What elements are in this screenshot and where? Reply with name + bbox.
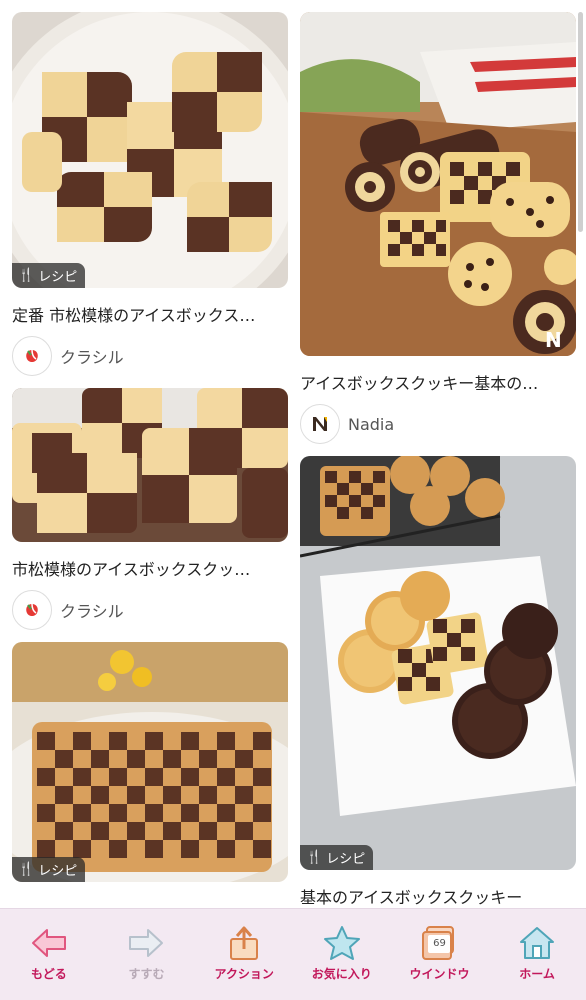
back-label: もどる (30, 967, 67, 981)
recipe-card[interactable]: 市松模様のアイスボックスクッ… クラシル (12, 388, 288, 630)
forward-label: すすむ (128, 967, 165, 981)
scrollbar[interactable] (578, 12, 583, 232)
recipe-badge: 🍴 レシピ (300, 845, 374, 870)
source-name: Nadia (348, 414, 395, 434)
recipe-badge: 🍴 レシピ (12, 263, 86, 288)
home-icon (517, 925, 557, 961)
window-button[interactable]: 69 ウインドウ (394, 925, 484, 982)
fork-knife-icon: 🍴 (306, 850, 323, 865)
recipe-card[interactable]: 🍴 レシピ 基本のアイスボックスクッキー (300, 456, 576, 908)
fork-knife-icon: 🍴 (18, 268, 35, 283)
action-button[interactable]: アクション (199, 925, 289, 982)
recipe-title[interactable]: 基本のアイスボックスクッキー (300, 884, 576, 908)
tab-count: 69 (428, 935, 451, 953)
feed-column-right: N アイスボックスクッキー基本の… Nadia 🍴 レシピ 基本のアイスボックス… (300, 12, 576, 910)
recipe-card[interactable]: 🍴 レシピ 定番 市松模様のアイスボックス… クラシル (12, 12, 288, 376)
favorites-button[interactable]: お気に入り (297, 925, 387, 982)
recipe-image[interactable]: 🍴 レシピ (12, 642, 288, 882)
recipe-feed: 🍴 レシピ 定番 市松模様のアイスボックス… クラシル 市松模様のアイスボックス… (0, 0, 586, 910)
action-label: アクション (214, 967, 274, 981)
source-name: クラシル (60, 602, 124, 621)
forward-button[interactable]: すすむ (101, 925, 191, 982)
source-name: クラシル (60, 348, 124, 367)
kurashiru-logo-icon (12, 336, 52, 376)
star-icon (322, 925, 362, 961)
recipe-source[interactable]: クラシル (12, 336, 288, 376)
home-button[interactable]: ホーム (492, 925, 582, 982)
forward-arrow-icon (126, 925, 166, 961)
back-arrow-icon (29, 925, 69, 961)
recipe-source[interactable]: クラシル (12, 590, 288, 630)
window-label: ウインドウ (409, 967, 470, 981)
recipe-title[interactable]: 定番 市松模様のアイスボックス… (12, 302, 288, 326)
back-button[interactable]: もどる (4, 925, 94, 982)
recipe-image[interactable]: 🍴 レシピ (300, 456, 576, 870)
favorites-label: お気に入り (311, 967, 372, 981)
recipe-title[interactable]: 市松模様のアイスボックスクッ… (12, 556, 288, 580)
window-icon: 69 (419, 925, 459, 961)
recipe-badge: 🍴 レシピ (12, 857, 86, 882)
svg-text:N: N (545, 328, 562, 352)
recipe-title[interactable]: アイスボックスクッキー基本の… (300, 370, 576, 394)
kurashiru-logo-icon (12, 590, 52, 630)
share-icon (224, 925, 264, 961)
recipe-image[interactable] (12, 388, 288, 542)
recipe-card[interactable]: 🍴 レシピ (12, 642, 288, 882)
feed-column-left: 🍴 レシピ 定番 市松模様のアイスボックス… クラシル 市松模様のアイスボックス… (12, 12, 288, 894)
nadia-logo-icon (300, 404, 340, 444)
recipe-source[interactable]: Nadia (300, 404, 576, 444)
badge-label: レシピ (38, 864, 78, 879)
browser-toolbar: もどる すすむ アクション お気に入り 69 ウインドウ ホーム (0, 908, 586, 1000)
home-label: ホーム (519, 967, 555, 981)
recipe-card[interactable]: N アイスボックスクッキー基本の… Nadia (300, 12, 576, 444)
recipe-image[interactable]: N (300, 12, 576, 356)
recipe-image[interactable]: 🍴 レシピ (12, 12, 288, 288)
badge-label: レシピ (38, 270, 78, 285)
badge-label: レシピ (326, 852, 366, 867)
fork-knife-icon: 🍴 (18, 862, 35, 877)
